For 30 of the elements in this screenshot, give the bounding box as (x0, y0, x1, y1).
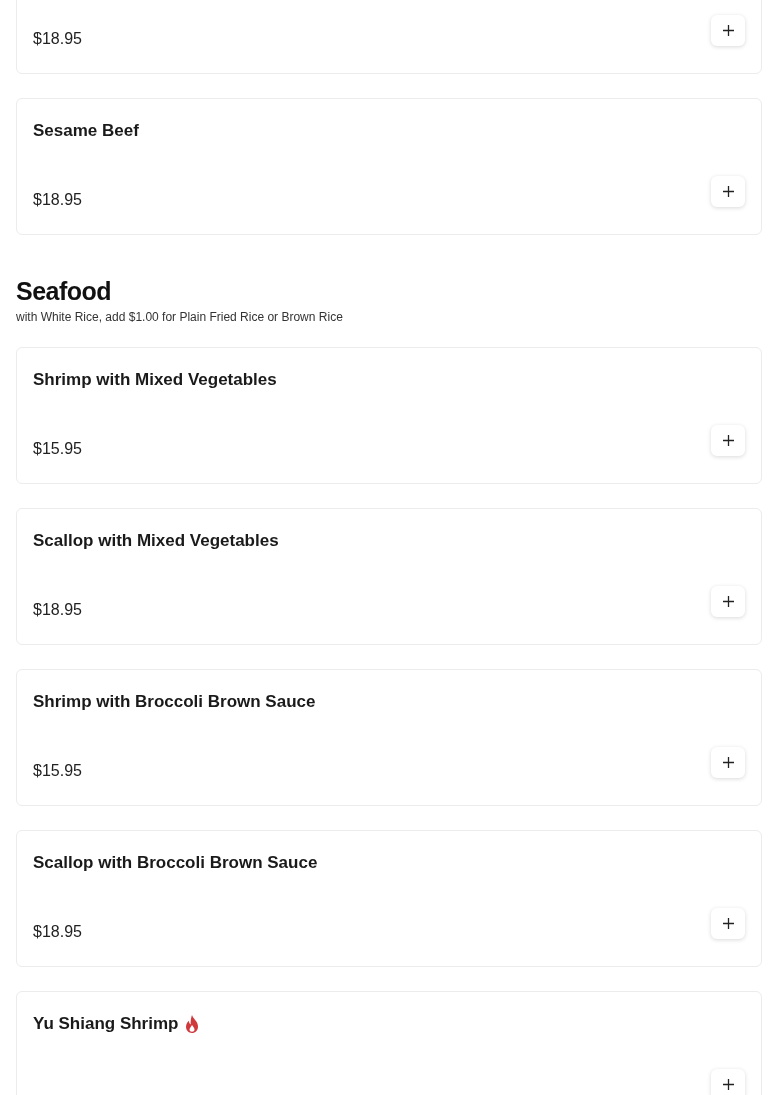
flame-icon (184, 1014, 201, 1034)
plus-icon (722, 1079, 734, 1090)
menu-item-card[interactable]: Shrimp with Mixed Vegetables $15.95 (16, 347, 762, 484)
plus-icon (722, 918, 734, 929)
plus-icon (722, 596, 734, 607)
item-name: Shrimp with Mixed Vegetables (33, 369, 277, 392)
menu-item-card[interactable]: Shrimp with Broccoli Brown Sauce $15.95 (16, 669, 762, 806)
item-name: Yu Shiang Shrimp (33, 1013, 179, 1036)
menu-item-card[interactable]: Yu Shiang Shrimp (16, 991, 762, 1095)
menu-item-card[interactable]: Scallop with Broccoli Brown Sauce $18.95 (16, 830, 762, 967)
item-price: $15.95 (33, 761, 82, 781)
menu-item-card[interactable]: Scallop with Mixed Vegetables $18.95 (16, 508, 762, 645)
add-button[interactable] (711, 1069, 745, 1095)
menu-item-card[interactable]: Sesame Beef $18.95 (16, 98, 762, 235)
section-subtitle: with White Rice, add $1.00 for Plain Fried Rice or Brown Rice (16, 309, 343, 325)
item-price: $18.95 (33, 29, 82, 49)
item-price: $18.95 (33, 922, 82, 942)
item-name: Shrimp with Broccoli Brown Sauce (33, 691, 316, 714)
item-name: Sesame Beef (33, 120, 139, 143)
plus-icon (722, 186, 734, 197)
item-price: $15.95 (33, 439, 82, 459)
item-price: $18.95 (33, 190, 82, 210)
plus-icon (722, 25, 734, 36)
plus-icon (722, 757, 734, 768)
menu-item-card[interactable]: $18.95 (16, 0, 762, 74)
section-title: Seafood (16, 276, 112, 307)
item-name: Scallop with Broccoli Brown Sauce (33, 852, 318, 875)
plus-icon (722, 435, 734, 446)
item-price: $18.95 (33, 600, 82, 620)
item-name: Scallop with Mixed Vegetables (33, 530, 279, 553)
